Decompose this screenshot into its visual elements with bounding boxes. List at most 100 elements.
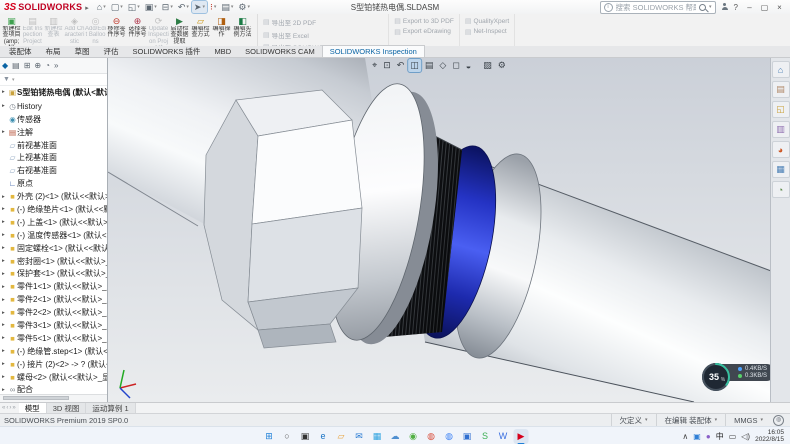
zoom-fit-icon[interactable]: ⌖: [370, 59, 379, 72]
tree-item[interactable]: ▸ 零件2<2> (默认<<默认>_显示状态-: [0, 306, 107, 319]
tree-item[interactable]: ▸ 传感器: [0, 113, 107, 126]
scrollbar-thumb[interactable]: [3, 396, 69, 400]
tree-item[interactable]: ▸ (-) 绝缘管.step<1> (默认<<默认>_: [0, 345, 107, 358]
ribbon-tab[interactable]: SOLIDWORKS Inspection: [322, 45, 425, 57]
tray-volume-icon[interactable]: ◁): [741, 432, 750, 441]
tab-nav-arrow-icon[interactable]: ›: [9, 405, 11, 411]
login-person-icon[interactable]: [721, 3, 729, 11]
ribbon-button[interactable]: 编辑实例方法: [232, 14, 253, 46]
home-icon[interactable]: ⌂▾: [95, 1, 108, 13]
edge-icon[interactable]: e: [316, 429, 331, 444]
taskpane-design-library[interactable]: [772, 81, 790, 98]
tree-item[interactable]: ▸ 密封圈<1> (默认<<默认>_显示状态: [0, 255, 107, 268]
tree-filter-bar[interactable]: ▼ ▾: [0, 74, 107, 86]
ribbon-tab[interactable]: 布局: [39, 45, 68, 57]
tree-item[interactable]: ▸ (-) 接片 (2)<2> -> ? (默认<<默认>: [0, 358, 107, 371]
previous-view-icon[interactable]: ↶: [395, 59, 407, 72]
ribbon-tab[interactable]: 草图: [68, 45, 97, 57]
close-button[interactable]: ×: [773, 3, 786, 12]
taskpane-custom-properties[interactable]: [772, 161, 790, 178]
ribbon-button[interactable]: Add/Edit Balloons: [85, 14, 106, 46]
export-menu-item[interactable]: QualityXpert: [465, 17, 509, 25]
new-document-icon[interactable]: ▢▾: [109, 1, 125, 13]
file-explorer-icon[interactable]: ▱: [334, 429, 349, 444]
save-icon[interactable]: ▣▾: [143, 1, 159, 13]
tree-item[interactable]: ▸ 上视基准面: [0, 151, 107, 164]
tree-item[interactable]: ▸ History: [0, 100, 107, 113]
tab-nav-arrow-icon[interactable]: »: [12, 405, 15, 411]
ribbon-tab[interactable]: 装配体: [2, 45, 39, 57]
section-view-icon[interactable]: ◫: [408, 59, 421, 72]
featuremanager-tab[interactable]: ◆: [2, 61, 8, 70]
tree-item[interactable]: ▸ 右视基准面: [0, 164, 107, 177]
pane-expand-arrow[interactable]: »: [54, 61, 58, 70]
export-menu-item[interactable]: Export to 3D PDF: [394, 17, 454, 25]
search-button[interactable]: ○: [280, 429, 295, 444]
display-style-icon[interactable]: ◻: [450, 59, 461, 72]
options-gear-icon[interactable]: ⚙▾: [236, 1, 252, 13]
taskpane-home[interactable]: [772, 61, 790, 78]
export-menu-item[interactable]: 导出至 2D PDF: [263, 17, 383, 27]
tray-app-icon[interactable]: ●: [706, 432, 711, 441]
ribbon-button[interactable]: 启动检查数据提取: [169, 14, 190, 46]
tab-nav-arrow-icon[interactable]: ‹: [6, 405, 8, 411]
ribbon-button[interactable]: 移除零件序号: [106, 14, 127, 46]
document-tab[interactable]: 运动算例 1: [86, 403, 135, 414]
browser-360-icon[interactable]: ◉: [406, 429, 421, 444]
ribbon-button[interactable]: 新建检查项目 (amp;N): [1, 14, 22, 46]
tray-display-icon[interactable]: ▭: [729, 432, 737, 441]
start-button[interactable]: ⊞: [262, 429, 277, 444]
tree-item[interactable]: ▸ 零件5<1> (默认<<默认>_显示状态-: [0, 332, 107, 345]
hide-show-items-icon[interactable]: ◒: [464, 59, 473, 72]
export-menu-item[interactable]: 导出至 Excel: [263, 30, 383, 40]
status-globe-icon[interactable]: ◍: [773, 415, 784, 426]
taskpane-pack-and-go[interactable]: [772, 181, 790, 198]
taskpane-appearances[interactable]: [772, 141, 790, 158]
undo-icon[interactable]: ↶▾: [176, 1, 191, 13]
taskpane-file-explorer[interactable]: [772, 101, 790, 118]
tree-item[interactable]: ▸ 保护套<1> (默认<<默认>_显示状态: [0, 267, 107, 280]
graphics-viewport[interactable]: ⌖ ⊡ ↶ ◫ ▤ ◇ ◻ ◒ ▨: [108, 58, 770, 402]
tree-root-item[interactable]: ▸ S型铂铑热电偶 (默认<默认_显示状态-1>: [0, 86, 107, 99]
ribbon-tab[interactable]: SOLIDWORKS 插件: [126, 45, 208, 57]
displaymanager-tab[interactable]: ◔: [45, 61, 50, 70]
document-tab[interactable]: 模型: [19, 403, 47, 414]
tree-item[interactable]: ▸ 固定螺栓<1> (默认<<默认>_显示状: [0, 242, 107, 255]
configurationmanager-tab[interactable]: ⊞: [24, 61, 31, 70]
ribbon-tab[interactable]: 评估: [97, 45, 126, 57]
view-settings-icon[interactable]: ⚙: [496, 59, 508, 72]
zoom-area-icon[interactable]: ⊡: [381, 59, 393, 72]
view-orientation-icon[interactable]: ◇: [437, 59, 448, 72]
tree-item[interactable]: ▸ 前视基准面: [0, 139, 107, 152]
mail-icon[interactable]: ✉: [352, 429, 367, 444]
tray-expand-icon[interactable]: ∧: [682, 432, 688, 441]
tree-item[interactable]: ▸ 螺母<2> (默认<<默认>_显示状态-: [0, 371, 107, 384]
ribbon-button[interactable]: Update Inspection Project: [148, 14, 169, 46]
apply-scene-icon[interactable]: ▨: [481, 59, 494, 72]
tree-item[interactable]: ▸ 注解: [0, 126, 107, 139]
tree-item[interactable]: ▸ (-) 温度传感器<1> (默认<<默认>_显: [0, 229, 107, 242]
task-view-button[interactable]: ▣: [298, 429, 313, 444]
onedrive-icon[interactable]: ☁: [388, 429, 403, 444]
dimxpertmanager-tab[interactable]: ⊕: [34, 61, 41, 70]
taskbar-clock[interactable]: 16:05 2022/8/15: [755, 429, 784, 443]
search-input[interactable]: i 搜索 SOLIDWORKS 帮助 ▾: [600, 1, 716, 14]
tree-item[interactable]: ▸ 零件1<1> (默认<<默认>_显示状态-: [0, 280, 107, 293]
tree-item[interactable]: ▸ 外壳 (2)<1> (默认<<默认>_显示状态: [0, 190, 107, 203]
propertymanager-tab[interactable]: ▤: [12, 61, 20, 70]
chrome-icon[interactable]: ◍: [424, 429, 439, 444]
document-tab[interactable]: 3D 视图: [47, 403, 87, 414]
ime-indicator[interactable]: 中: [716, 431, 724, 442]
youdao-icon[interactable]: S: [478, 429, 493, 444]
minimize-button[interactable]: –: [743, 3, 756, 12]
tree-horizontal-scrollbar[interactable]: [0, 394, 107, 402]
tray-defender-icon[interactable]: ▣: [693, 432, 701, 441]
search-caret-icon[interactable]: ▾: [709, 4, 712, 10]
edit-appearance-icon[interactable]: [475, 59, 479, 72]
file-properties-icon[interactable]: ▤▾: [219, 1, 235, 13]
wps-icon[interactable]: W: [496, 429, 511, 444]
ribbon-tab[interactable]: MBD: [207, 45, 238, 57]
restore-button[interactable]: ▢: [758, 3, 771, 12]
ribbon-button[interactable]: 编辑检查方式: [190, 14, 211, 46]
taskpane-view-palette[interactable]: [772, 121, 790, 138]
